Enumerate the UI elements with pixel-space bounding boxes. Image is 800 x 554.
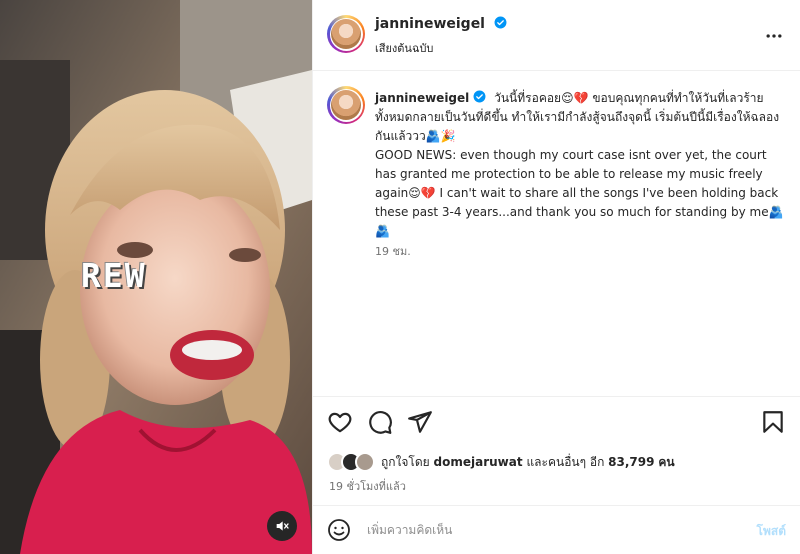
mute-button[interactable] — [267, 511, 297, 541]
caption-author-avatar[interactable] — [327, 86, 365, 124]
verified-badge-icon — [473, 90, 486, 103]
comment-input[interactable] — [367, 519, 727, 541]
comment-composer: โพสต์ — [313, 505, 800, 554]
video-frame-illustration — [0, 0, 312, 554]
heart-icon[interactable] — [327, 409, 353, 435]
post-video[interactable]: REW — [0, 0, 312, 554]
emoji-icon[interactable] — [327, 518, 351, 542]
verified-badge-icon — [494, 16, 507, 29]
likes-count[interactable]: 83,799 — [608, 455, 654, 469]
likes-middle: และคนอื่นๆ อีก — [526, 454, 605, 469]
likes-summary[interactable]: ถูกใจโดย domejaruwat และคนอื่นๆ อีก 83,7… — [327, 452, 675, 472]
likes-prefix: ถูกใจโดย — [381, 454, 430, 469]
caption-section: jannineweigel วันนี้ที่รอคอย😌💔 ขอบคุณทุก… — [313, 72, 800, 392]
post-details-panel: jannineweigel เสียงต้นฉบับ jannineweigel — [312, 0, 800, 554]
liker-avatar — [355, 452, 375, 472]
post-header: jannineweigel เสียงต้นฉบับ — [313, 0, 800, 71]
post-comment-button[interactable]: โพสต์ — [757, 522, 786, 541]
original-audio-link[interactable]: เสียงต้นฉบับ — [375, 39, 433, 57]
comment-icon[interactable] — [367, 409, 393, 435]
post-viewer: REW jannineweigel เสียงต้นฉบับ janninewe… — [0, 0, 800, 554]
caption-username[interactable]: jannineweigel — [375, 90, 486, 105]
likes-suffix: คน — [658, 454, 675, 469]
more-options-icon[interactable] — [764, 26, 784, 46]
caption-paragraph-english: GOOD NEWS: even though my court case isn… — [375, 148, 784, 238]
liker-username[interactable]: domejaruwat — [434, 455, 523, 469]
speaker-muted-icon — [276, 521, 289, 531]
author-avatar[interactable] — [327, 15, 365, 53]
share-icon[interactable] — [407, 409, 433, 435]
caption-timestamp[interactable]: 19 ชม. — [375, 242, 411, 260]
video-overlay-text: REW — [81, 256, 147, 295]
action-bar — [313, 396, 800, 448]
author-username-row[interactable]: jannineweigel — [375, 16, 507, 32]
author-username[interactable]: jannineweigel — [375, 16, 485, 32]
caption-text: jannineweigel วันนี้ที่รอคอย😌💔 ขอบคุณทุก… — [375, 89, 785, 241]
post-timestamp[interactable]: 19 ชั่วโมงที่แล้ว — [329, 477, 406, 495]
save-bookmark-icon[interactable] — [760, 409, 786, 435]
